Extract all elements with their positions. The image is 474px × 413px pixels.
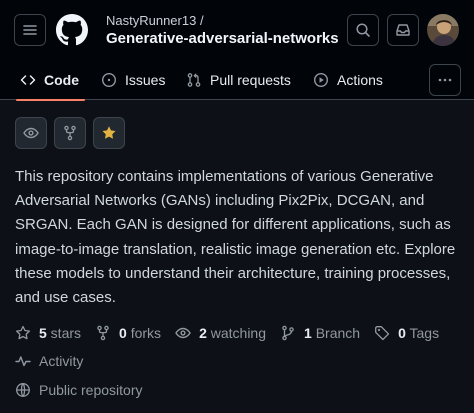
tab-issues-label: Issues: [125, 72, 166, 88]
stars-count: 5: [39, 325, 47, 341]
tab-pull-requests-label: Pull requests: [210, 72, 291, 88]
play-icon: [313, 72, 329, 88]
star-fill-icon: [102, 126, 116, 139]
eye-icon: [23, 127, 39, 139]
inbox-icon: [396, 24, 410, 36]
watching-count: 2: [199, 325, 207, 341]
repo-description: This repository contains implementations…: [15, 168, 456, 307]
fork-button[interactable]: [54, 117, 86, 149]
tags-link[interactable]: 0 Tags: [374, 325, 439, 341]
watchers-link[interactable]: 2 watching: [175, 325, 266, 341]
github-logo-icon[interactable]: [56, 14, 88, 46]
repo-stats-row: 5 stars 0 forks 2 watching 1 Branch 0 Ta…: [15, 324, 453, 342]
branch-count: 1: [304, 325, 312, 341]
tab-pull-requests[interactable]: Pull requests: [186, 60, 291, 100]
repo-owner-link[interactable]: NastyRunner13 /: [106, 13, 204, 28]
branches-link[interactable]: 1 Branch: [280, 325, 360, 341]
branch-label: Branch: [311, 325, 361, 341]
hamburger-menu-icon: [23, 25, 37, 35]
star-icon: [15, 325, 30, 340]
issue-opened-icon: [101, 72, 117, 88]
activity-label: Activity: [39, 353, 84, 369]
tags-count: 0: [398, 325, 406, 341]
watch-button[interactable]: [15, 117, 47, 149]
forks-link[interactable]: 0 forks: [95, 325, 161, 341]
stars-label: stars: [46, 325, 82, 341]
more-tabs-button[interactable]: [429, 64, 461, 96]
hamburger-menu-button[interactable]: [14, 14, 46, 46]
tab-actions-label: Actions: [337, 72, 383, 88]
forks-label: forks: [126, 325, 162, 341]
eye-icon: [175, 327, 191, 339]
visibility-row: Public repository: [15, 381, 157, 399]
git-branch-icon: [282, 325, 294, 341]
code-icon: [20, 75, 36, 85]
star-button[interactable]: [93, 117, 125, 149]
tab-code-label: Code: [44, 72, 79, 88]
repo-forked-icon: [64, 125, 76, 141]
watching-label: watching: [206, 325, 267, 341]
pull-request-icon: [187, 73, 201, 87]
repo-name-link[interactable]: Generative-adversarial-networks: [106, 30, 339, 47]
tab-code[interactable]: Code: [16, 60, 85, 101]
repo-forked-icon: [97, 325, 109, 341]
public-repository-label: Public repository: [15, 382, 143, 398]
tag-icon: [375, 326, 390, 341]
top-bar: NastyRunner13 / Generative-adversarial-n…: [0, 0, 474, 60]
tags-label: Tags: [405, 325, 440, 341]
stars-link[interactable]: 5 stars: [15, 325, 81, 341]
pulse-icon: [15, 356, 31, 367]
activity-row: Activity: [15, 352, 97, 370]
activity-link[interactable]: Activity: [15, 353, 83, 369]
repo-nav-tabs: Code Issues Pull requests Actions: [0, 60, 474, 101]
visibility-text: Public repository: [39, 382, 143, 398]
tab-actions[interactable]: Actions: [313, 60, 383, 100]
user-avatar[interactable]: [427, 14, 459, 46]
search-button[interactable]: [347, 14, 379, 46]
kebab-horizontal-icon: [438, 78, 452, 82]
globe-icon: [16, 383, 30, 397]
inbox-button[interactable]: [387, 14, 419, 46]
tab-issues[interactable]: Issues: [101, 60, 165, 100]
forks-count: 0: [119, 325, 127, 341]
search-icon: [356, 23, 370, 37]
